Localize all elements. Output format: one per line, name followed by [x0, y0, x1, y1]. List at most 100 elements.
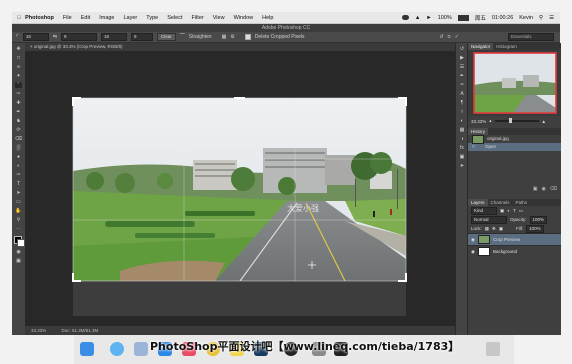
crop-tool-icon-selected[interactable]: ⌜: [15, 82, 22, 88]
trash-dock-icon[interactable]: [486, 342, 500, 356]
channels-panel-icon[interactable]: ▣: [459, 154, 466, 160]
paragraph-panel-icon[interactable]: ¶: [459, 100, 466, 106]
wifi-icon[interactable]: ▲: [415, 15, 420, 21]
properties-panel-icon[interactable]: ☰: [459, 64, 466, 70]
menu-layer[interactable]: Layer: [124, 15, 138, 21]
clone-stamp-tool-icon[interactable]: ♞: [15, 118, 22, 124]
menu-file[interactable]: File: [63, 15, 72, 21]
quick-select-tool-icon[interactable]: ✦: [15, 73, 22, 79]
menu-filter[interactable]: Filter: [192, 15, 204, 21]
eraser-tool-icon[interactable]: ⌫: [15, 136, 22, 142]
filter-adjust-icon[interactable]: ◐: [507, 208, 510, 213]
brush-panel-icon[interactable]: ✒: [459, 73, 466, 79]
preview-icon[interactable]: [134, 342, 148, 356]
swap-icon[interactable]: ⇆: [53, 34, 57, 40]
navigator-zoom-value[interactable]: 33.33%: [471, 119, 486, 124]
settings-gear-icon[interactable]: ⚙: [230, 34, 234, 40]
layer-crop-preview[interactable]: ◉ Crop Preview: [468, 233, 561, 245]
adjustments-panel-icon[interactable]: ◑: [459, 136, 466, 142]
lock-all-icon[interactable]: ▣: [499, 226, 503, 232]
crop-tool-icon[interactable]: ⌜: [16, 34, 19, 41]
list-icon[interactable]: ☰: [549, 15, 554, 21]
opacity-field[interactable]: 100%: [529, 215, 548, 224]
layer-name[interactable]: Background: [493, 249, 517, 254]
straighten-label[interactable]: Straighten: [189, 34, 212, 40]
hand-tool-icon[interactable]: ✋: [15, 208, 22, 214]
new-document-icon[interactable]: ▣: [533, 185, 538, 193]
menu-select[interactable]: Select: [167, 15, 182, 21]
wechat-icon[interactable]: [401, 15, 409, 20]
character-panel-icon[interactable]: A: [459, 91, 466, 97]
blur-tool-icon[interactable]: ●: [15, 154, 22, 160]
layer-background[interactable]: ◉ Background: [468, 245, 561, 257]
canvas-area[interactable]: 大爱小强: [25, 51, 455, 326]
layer-name[interactable]: Crop Preview: [493, 237, 520, 242]
zoom-level[interactable]: 33.33%: [31, 328, 46, 333]
paths-panel-icon[interactable]: ➤: [459, 163, 466, 169]
marquee-tool-icon[interactable]: □: [15, 55, 22, 61]
lock-pixels-icon[interactable]: ▦: [485, 226, 489, 232]
fill-field[interactable]: 100%: [526, 224, 544, 233]
menu-image[interactable]: Image: [99, 15, 114, 21]
filter-pixel-icon[interactable]: ▣: [500, 208, 504, 214]
zoom-out-icon[interactable]: ▴: [489, 118, 491, 124]
menu-window[interactable]: Window: [234, 15, 254, 21]
color-panel-icon[interactable]: ◐: [459, 118, 466, 124]
gradient-tool-icon[interactable]: ▒: [15, 145, 22, 151]
brush-tool-icon[interactable]: ✒: [15, 109, 22, 115]
info-panel-icon[interactable]: i: [459, 109, 466, 115]
history-panel-icon[interactable]: ↺: [459, 46, 466, 52]
filter-shape-icon[interactable]: ▭: [519, 208, 523, 214]
doc-size[interactable]: Doc: 51.3M/51.3M: [62, 328, 99, 333]
zoom-tool-icon[interactable]: ⚲: [15, 217, 22, 223]
straighten-icon[interactable]: ⎺: [180, 34, 185, 40]
history-state[interactable]: □ Open: [468, 143, 561, 151]
pen-tool-icon[interactable]: ✑: [15, 172, 22, 178]
filter-type-icon[interactable]: T: [513, 208, 516, 213]
zoom-in-icon[interactable]: ▲: [542, 119, 546, 124]
menu-app-name[interactable]: Photoshop: [25, 15, 54, 21]
battery-icon[interactable]: [457, 14, 469, 21]
reset-icon[interactable]: ↺: [439, 34, 443, 40]
tab-channels[interactable]: Channels: [488, 199, 513, 206]
swatches-panel-icon[interactable]: ▦: [459, 127, 466, 133]
layer-kind-select[interactable]: Kind: [471, 206, 497, 215]
document-tab[interactable]: × original.jpg @ 33.3% (Crop Preview, RG…: [25, 43, 455, 51]
trash-icon[interactable]: ⌫: [550, 185, 557, 193]
apple-icon[interactable]: : [17, 15, 21, 21]
color-swatches[interactable]: [13, 236, 25, 247]
type-tool-icon[interactable]: T: [15, 181, 22, 187]
tab-layers[interactable]: Layers: [468, 199, 488, 206]
finder-icon[interactable]: [80, 342, 94, 356]
menu-view[interactable]: View: [213, 15, 225, 21]
styles-panel-icon[interactable]: fx: [459, 145, 466, 151]
menu-help[interactable]: Help: [262, 15, 273, 21]
qq-icon[interactable]: [110, 342, 124, 356]
zoom-slider-thumb[interactable]: [508, 118, 512, 123]
ratio-height-field[interactable]: 9: [61, 33, 98, 41]
workspace-select[interactable]: Essentials: [508, 33, 554, 41]
actions-panel-icon[interactable]: ▶: [459, 55, 466, 61]
search-icon[interactable]: ⚲: [539, 15, 543, 21]
quick-mask-icon[interactable]: ◉: [15, 249, 22, 255]
history-snapshot[interactable]: original.jpg: [468, 134, 561, 144]
tab-paths[interactable]: Paths: [513, 199, 531, 206]
commit-icon[interactable]: ✓: [455, 34, 459, 40]
menu-edit[interactable]: Edit: [81, 15, 90, 21]
lock-position-icon[interactable]: ✥: [492, 226, 496, 232]
resolution-field[interactable]: 16: [101, 33, 128, 41]
shape-tool-icon[interactable]: ▭: [15, 199, 22, 205]
delete-cropped-checkbox[interactable]: [244, 34, 251, 40]
history-brush-tool-icon[interactable]: ⟳: [15, 127, 22, 133]
menu-type[interactable]: Type: [146, 15, 158, 21]
overlay-grid-icon[interactable]: ▦: [222, 34, 227, 40]
crop-preview-canvas[interactable]: [25, 51, 455, 326]
visibility-eye-icon[interactable]: ◉: [471, 249, 475, 255]
tool-presets-icon[interactable]: ✑: [459, 82, 466, 88]
blend-mode-select[interactable]: Normal: [471, 215, 507, 224]
move-tool-icon[interactable]: ✥: [15, 46, 22, 52]
user-name[interactable]: Kevin: [519, 15, 533, 21]
navigator-preview[interactable]: [468, 50, 561, 116]
resolution-unit-field[interactable]: 9: [131, 33, 154, 41]
visibility-eye-icon[interactable]: ◉: [471, 237, 475, 243]
